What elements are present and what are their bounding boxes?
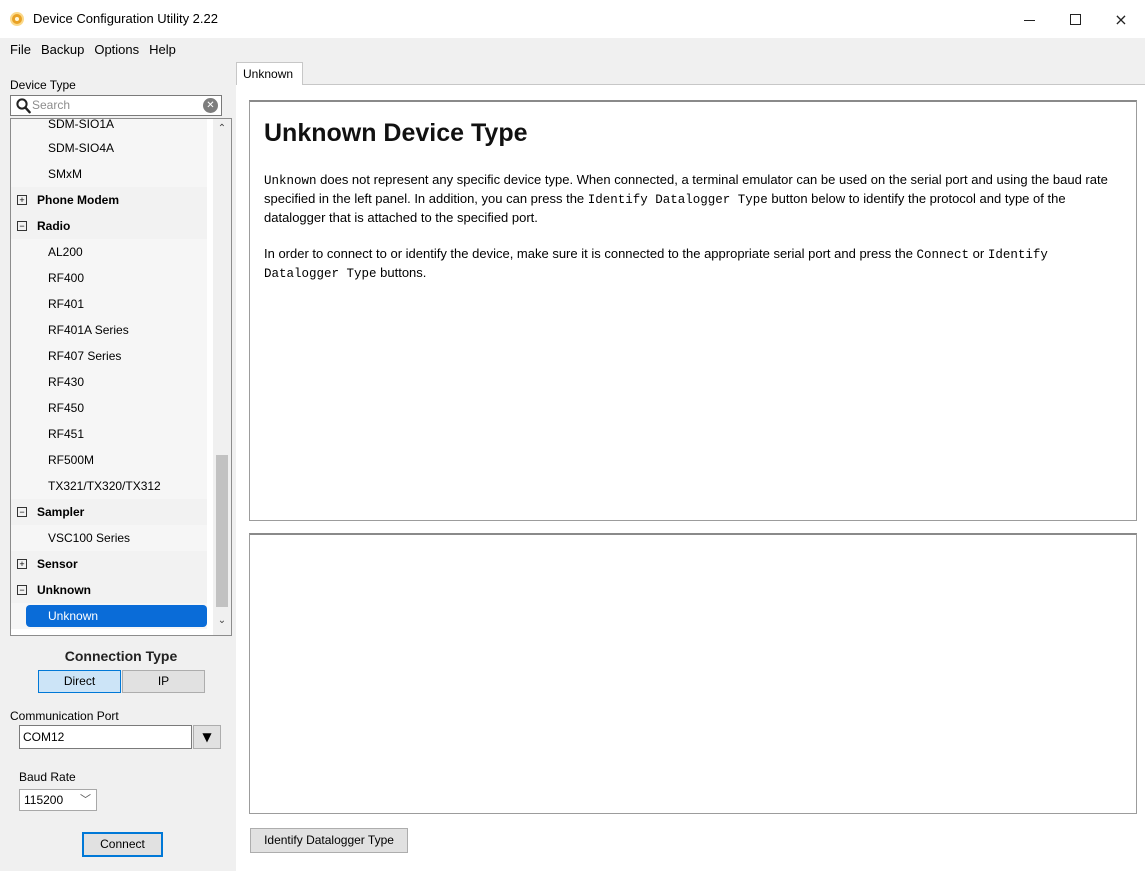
menu-bar: File Backup Options Help: [0, 38, 1145, 61]
inline-code: Identify Datalogger Type: [587, 193, 768, 207]
tree-item-label: RF430: [48, 375, 85, 389]
connection-ip-button[interactable]: IP: [122, 670, 205, 693]
chevron-down-icon: ﹀: [80, 794, 91, 806]
search-placeholder: Search: [32, 98, 71, 112]
tree-item[interactable]: RF401: [11, 291, 207, 317]
communication-port-field[interactable]: COM12: [19, 725, 192, 749]
tree-group[interactable]: − Radio: [11, 213, 207, 239]
device-type-label: Device Type: [10, 78, 76, 92]
description-pane: Unknown Device Type Unknown does not rep…: [249, 100, 1137, 521]
maximize-button[interactable]: [1052, 0, 1098, 38]
close-icon: ×: [1114, 9, 1128, 29]
tree-item[interactable]: RF451: [11, 421, 207, 447]
tree-item-label: RF401: [48, 297, 85, 311]
tree-item[interactable]: AL200: [11, 239, 207, 265]
search-input[interactable]: Search ✕: [10, 95, 222, 116]
tree-item-label: VSC100 Series: [48, 531, 131, 545]
tree-group[interactable]: − Sampler: [11, 499, 207, 525]
tree-item[interactable]: VSC100 Series: [11, 525, 207, 551]
tree-item-label: RF451: [48, 427, 85, 441]
tree-item-label: Unknown: [37, 583, 91, 597]
tree-item-label: RF401A Series: [48, 323, 129, 337]
tree-item-label: Sampler: [37, 505, 85, 519]
collapse-icon[interactable]: −: [17, 221, 27, 231]
tree-item-label: Sensor: [37, 557, 78, 571]
tree-item-label: Radio: [37, 219, 71, 233]
scroll-down-icon[interactable]: ⌄: [213, 615, 231, 631]
tree-item[interactable]: RF500M: [11, 447, 207, 473]
app-icon: [10, 12, 24, 26]
device-type-list: SDM-SIO1A SDM-SIO4A SMxM + Phone Modem − Radio…: [11, 119, 207, 629]
tree-item[interactable]: RF401A Series: [11, 317, 207, 343]
search-icon: [16, 98, 31, 114]
tree-item[interactable]: SDM-SIO1A: [11, 119, 207, 135]
tree-item[interactable]: RF407 Series: [11, 343, 207, 369]
inline-code: Connect: [916, 248, 970, 262]
collapse-icon[interactable]: −: [17, 507, 27, 517]
tree-item[interactable]: TX321/TX320/TX312: [11, 473, 207, 499]
baud-rate-select[interactable]: 115200 ﹀: [19, 789, 97, 811]
tree-item[interactable]: SDM-SIO4A: [11, 135, 207, 161]
scroll-thumb[interactable]: [216, 455, 228, 607]
tree-item-label: Unknown: [48, 609, 99, 623]
identify-datalogger-button[interactable]: Identify Datalogger Type: [250, 828, 408, 853]
menu-backup[interactable]: Backup: [36, 42, 89, 57]
connect-button[interactable]: Connect: [82, 832, 163, 857]
tree-item[interactable]: Unknown: [11, 603, 207, 629]
baud-rate-value: 115200: [24, 793, 64, 807]
device-type-tree[interactable]: SDM-SIO1A SDM-SIO4A SMxM + Phone Modem − Radio…: [10, 118, 232, 636]
collapse-icon[interactable]: −: [17, 585, 27, 595]
page-title: Unknown Device Type: [264, 119, 528, 147]
tree-group[interactable]: − Unknown: [11, 577, 207, 603]
tree-item-label: RF450: [48, 401, 85, 415]
tree-item[interactable]: RF450: [11, 395, 207, 421]
paragraph-text: buttons.: [376, 265, 427, 280]
tree-item-label: AL200: [48, 245, 83, 259]
tree-item-label: Phone Modem: [37, 193, 120, 207]
tree-item-label: SDM-SIO1A: [48, 118, 115, 131]
triangle-down-icon: ▼: [202, 730, 212, 744]
inline-code: Unknown: [264, 174, 317, 188]
paragraph-text: In order to connect to or identify the d…: [264, 246, 917, 261]
tree-item-label: SDM-SIO4A: [48, 141, 115, 155]
minimize-icon: [1023, 19, 1035, 21]
title-bar: Device Configuration Utility 2.22 ×: [0, 0, 1145, 38]
terminal-output-pane[interactable]: [249, 533, 1137, 814]
tree-item[interactable]: SMxM: [11, 161, 207, 187]
menu-file[interactable]: File: [5, 42, 36, 57]
tree-item-label: RF407 Series: [48, 349, 122, 363]
tree-item-label: RF400: [48, 271, 85, 285]
tree-scrollbar[interactable]: ⌃ ⌄: [213, 119, 231, 635]
close-button[interactable]: ×: [1098, 0, 1144, 38]
tree-group[interactable]: + Phone Modem: [11, 187, 207, 213]
menu-options[interactable]: Options: [89, 42, 144, 57]
clear-search-icon[interactable]: ✕: [203, 98, 218, 113]
paragraph-text: or: [969, 246, 988, 261]
communication-port-dropdown-button[interactable]: ▼: [193, 725, 221, 749]
connection-direct-button[interactable]: Direct: [38, 670, 121, 693]
connection-type-title: Connection Type: [64, 648, 178, 664]
tree-item-label: SMxM: [48, 167, 82, 181]
communication-port-label: Communication Port: [10, 709, 119, 723]
description-paragraph-2: In order to connect to or identify the d…: [264, 245, 1109, 283]
baud-rate-label: Baud Rate: [19, 770, 76, 784]
tree-group[interactable]: + Sensor: [11, 551, 207, 577]
expand-icon[interactable]: +: [17, 559, 27, 569]
tree-item-label: TX321/TX320/TX312: [48, 479, 161, 493]
scroll-up-icon[interactable]: ⌃: [213, 123, 231, 139]
minimize-button[interactable]: [1006, 0, 1052, 38]
tree-item-label: RF500M: [48, 453, 95, 467]
tree-item[interactable]: RF430: [11, 369, 207, 395]
description-paragraph-1: Unknown does not represent any specific …: [264, 171, 1109, 226]
menu-help[interactable]: Help: [144, 42, 181, 57]
window-title: Device Configuration Utility 2.22: [33, 11, 218, 26]
expand-icon[interactable]: +: [17, 195, 27, 205]
maximize-icon: [1069, 13, 1081, 25]
tab-unknown[interactable]: Unknown: [236, 62, 303, 85]
tree-item[interactable]: RF400: [11, 265, 207, 291]
